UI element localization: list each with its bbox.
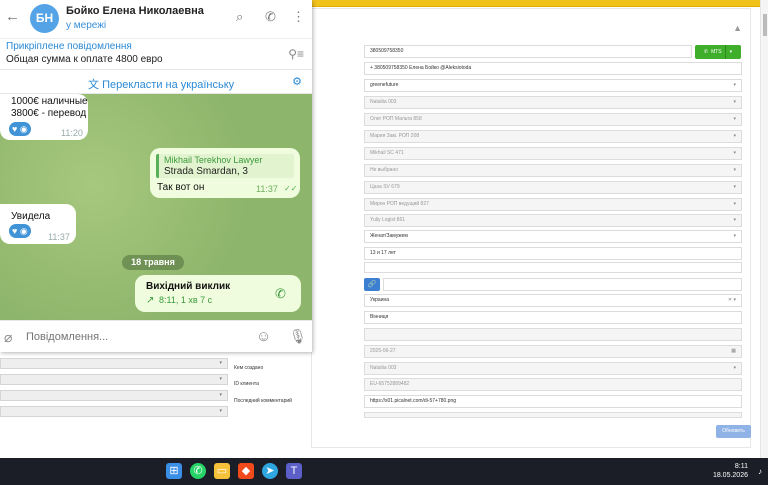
attach-icon[interactable]: ⌀ xyxy=(4,329,12,346)
phone-field[interactable]: 380509758350 xyxy=(364,45,692,58)
chat-header: ← БН Бойко Елена Николаевна у мережі ⌕ ✆… xyxy=(0,0,312,38)
label-created-by: Кем создано xyxy=(234,365,264,371)
contact-name[interactable]: Бойко Елена Николаевна xyxy=(66,5,204,17)
pinned-message[interactable]: Прикріплене повідомлення Общая сумма к о… xyxy=(0,38,312,70)
message-composer: ⌀ ☺ 🎙 xyxy=(0,320,312,352)
chat-area[interactable]: 1000€ наличные 3800€ - перевод ♥ ◉ 11:20… xyxy=(0,94,312,320)
translate-icon: 文 xyxy=(88,79,99,91)
telegram-icon[interactable]: ➤ xyxy=(262,463,278,479)
message-bubble[interactable]: Увидела ♥ ◉ 11:37 xyxy=(0,204,76,244)
page-scrollbar[interactable] xyxy=(760,0,768,458)
crm-select[interactable]: Nataliia 003 ▾ xyxy=(364,96,742,109)
start-icon[interactable]: ⊞ xyxy=(166,463,182,479)
crm-select[interactable]: Yuliy Logist 861 ▾ xyxy=(364,214,742,227)
crm-select[interactable]: Женат/Замужем ▾ xyxy=(364,230,742,243)
date-separator: 18 травня xyxy=(122,255,184,270)
left-select[interactable]: ▾ xyxy=(0,406,228,417)
phone-icon: ✆ xyxy=(703,49,709,55)
collapse-icon[interactable]: ▲ xyxy=(733,23,742,33)
link-button[interactable]: 🔗 xyxy=(364,278,380,291)
teams-icon[interactable]: T xyxy=(286,463,302,479)
taskbar: ⊞ ✆ ▭ ◆ ➤ T 8:11 18.05.2026 ♪ xyxy=(0,458,768,485)
crm-input[interactable] xyxy=(364,412,742,418)
call-bubble[interactable]: Вихідний виклик ↗ 8:11, 1 хв 7 с ✆ xyxy=(135,275,301,312)
clock-time: 8:11 xyxy=(734,463,748,470)
reactions[interactable]: ♥ ◉ xyxy=(9,224,31,238)
clock-date: 18.05.2026 xyxy=(712,472,748,479)
left-select[interactable]: ▾ xyxy=(0,358,228,369)
translate-link[interactable]: 文 Перекласти на українську xyxy=(88,76,234,92)
pinned-text: Общая сумма к оплате 4800 евро xyxy=(6,54,163,65)
emoji-icon[interactable]: ☺ xyxy=(256,328,271,345)
crm-input[interactable] xyxy=(383,278,742,291)
crm-select[interactable]: greenefuture ▾ xyxy=(364,79,742,92)
pin-list-icon[interactable]: ⚲≡ xyxy=(288,47,304,61)
label-last-comment: Последний комментарий xyxy=(234,398,292,404)
call-mts-button[interactable]: ✆ MTS ▾ xyxy=(695,45,741,59)
date-field[interactable]: 2025-06-27 ▦ xyxy=(364,345,742,358)
call-icon[interactable]: ✆ xyxy=(265,9,276,25)
chevron-down-icon: ▾ xyxy=(724,45,732,59)
crm-input[interactable] xyxy=(364,262,742,273)
microphone-icon[interactable]: 🎙 xyxy=(289,328,307,345)
read-checks-icon: ✓✓ xyxy=(284,184,298,193)
message-time: 11:20 xyxy=(61,128,83,138)
crm-select[interactable]: Цаха SV 679 ▾ xyxy=(364,181,742,194)
crm-top-bar xyxy=(311,0,760,7)
link-icon: 🔗 xyxy=(367,281,377,288)
message-time: 11:37 xyxy=(256,184,278,194)
reactions[interactable]: ♥ ◉ xyxy=(9,122,31,136)
label-client-id: ID клиента xyxy=(234,381,259,387)
crm-select[interactable]: Не выбрано ▾ xyxy=(364,164,742,177)
city-input[interactable]: Вінниця xyxy=(364,311,742,324)
telegram-window: ← БН Бойко Елена Николаевна у мережі ⌕ ✆… xyxy=(0,0,312,352)
translate-bar[interactable]: 文 Перекласти на українську ⚙ xyxy=(0,70,312,94)
avatar[interactable]: БН xyxy=(30,4,59,33)
message-input[interactable] xyxy=(26,329,246,345)
country-select[interactable]: Украина ✕ ▾ xyxy=(364,294,742,307)
crm-select[interactable]: Mikhail SC 471 ▾ xyxy=(364,147,742,160)
brave-icon[interactable]: ◆ xyxy=(238,463,254,479)
message-bubble[interactable]: Mikhail Terekhov Lawyer Strada Smardan, … xyxy=(150,148,300,198)
crm-select[interactable]: Олег РОП Мальта 858 ▾ xyxy=(364,113,742,126)
pinned-title: Прикріплене повідомлення xyxy=(6,41,132,52)
contact-status: у мережі xyxy=(66,20,107,31)
left-select[interactable]: ▾ xyxy=(0,374,228,385)
whatsapp-icon[interactable]: ✆ xyxy=(190,463,206,479)
crm-input[interactable]: 13 и 17 лет xyxy=(364,247,742,260)
crm-select[interactable]: Мария Зам. РОП 208 ▾ xyxy=(364,130,742,143)
back-arrow-icon[interactable]: ← xyxy=(5,8,20,25)
contact-field[interactable]: + 380509758350 Елена Бойко @Aleksiotoda xyxy=(364,62,742,75)
reply-quote[interactable]: Mikhail Terekhov Lawyer Strada Smardan, … xyxy=(156,154,294,178)
search-icon[interactable]: ⌕ xyxy=(236,9,243,25)
outgoing-arrow-icon: ↗ xyxy=(146,295,155,306)
left-select[interactable]: ▾ xyxy=(0,390,228,401)
created-by-select[interactable]: Nataliia 003 ▾ xyxy=(364,362,742,375)
crm-select[interactable]: Мирон РОП ведущий 827 ▾ xyxy=(364,198,742,211)
translate-settings-icon[interactable]: ⚙ xyxy=(292,75,302,88)
clock[interactable]: 8:11 18.05.2026 xyxy=(713,462,748,480)
last-comment-field[interactable]: https://s01.picalnet.com/di-57+780.png xyxy=(364,395,742,408)
crm-input[interactable] xyxy=(364,328,742,341)
message-time: 11:37 xyxy=(48,232,70,242)
file-explorer-icon[interactable]: ▭ xyxy=(214,463,230,479)
message-bubble[interactable]: 1000€ наличные 3800€ - перевод ♥ ◉ 11:20 xyxy=(0,94,88,140)
more-icon[interactable]: ⋮ xyxy=(292,9,305,25)
notification-icon[interactable]: ♪ xyxy=(758,467,762,476)
call-back-icon[interactable]: ✆ xyxy=(275,286,286,302)
client-id-field[interactable]: EU-65752889482 xyxy=(364,378,742,391)
update-button[interactable]: Обновить xyxy=(716,425,751,438)
